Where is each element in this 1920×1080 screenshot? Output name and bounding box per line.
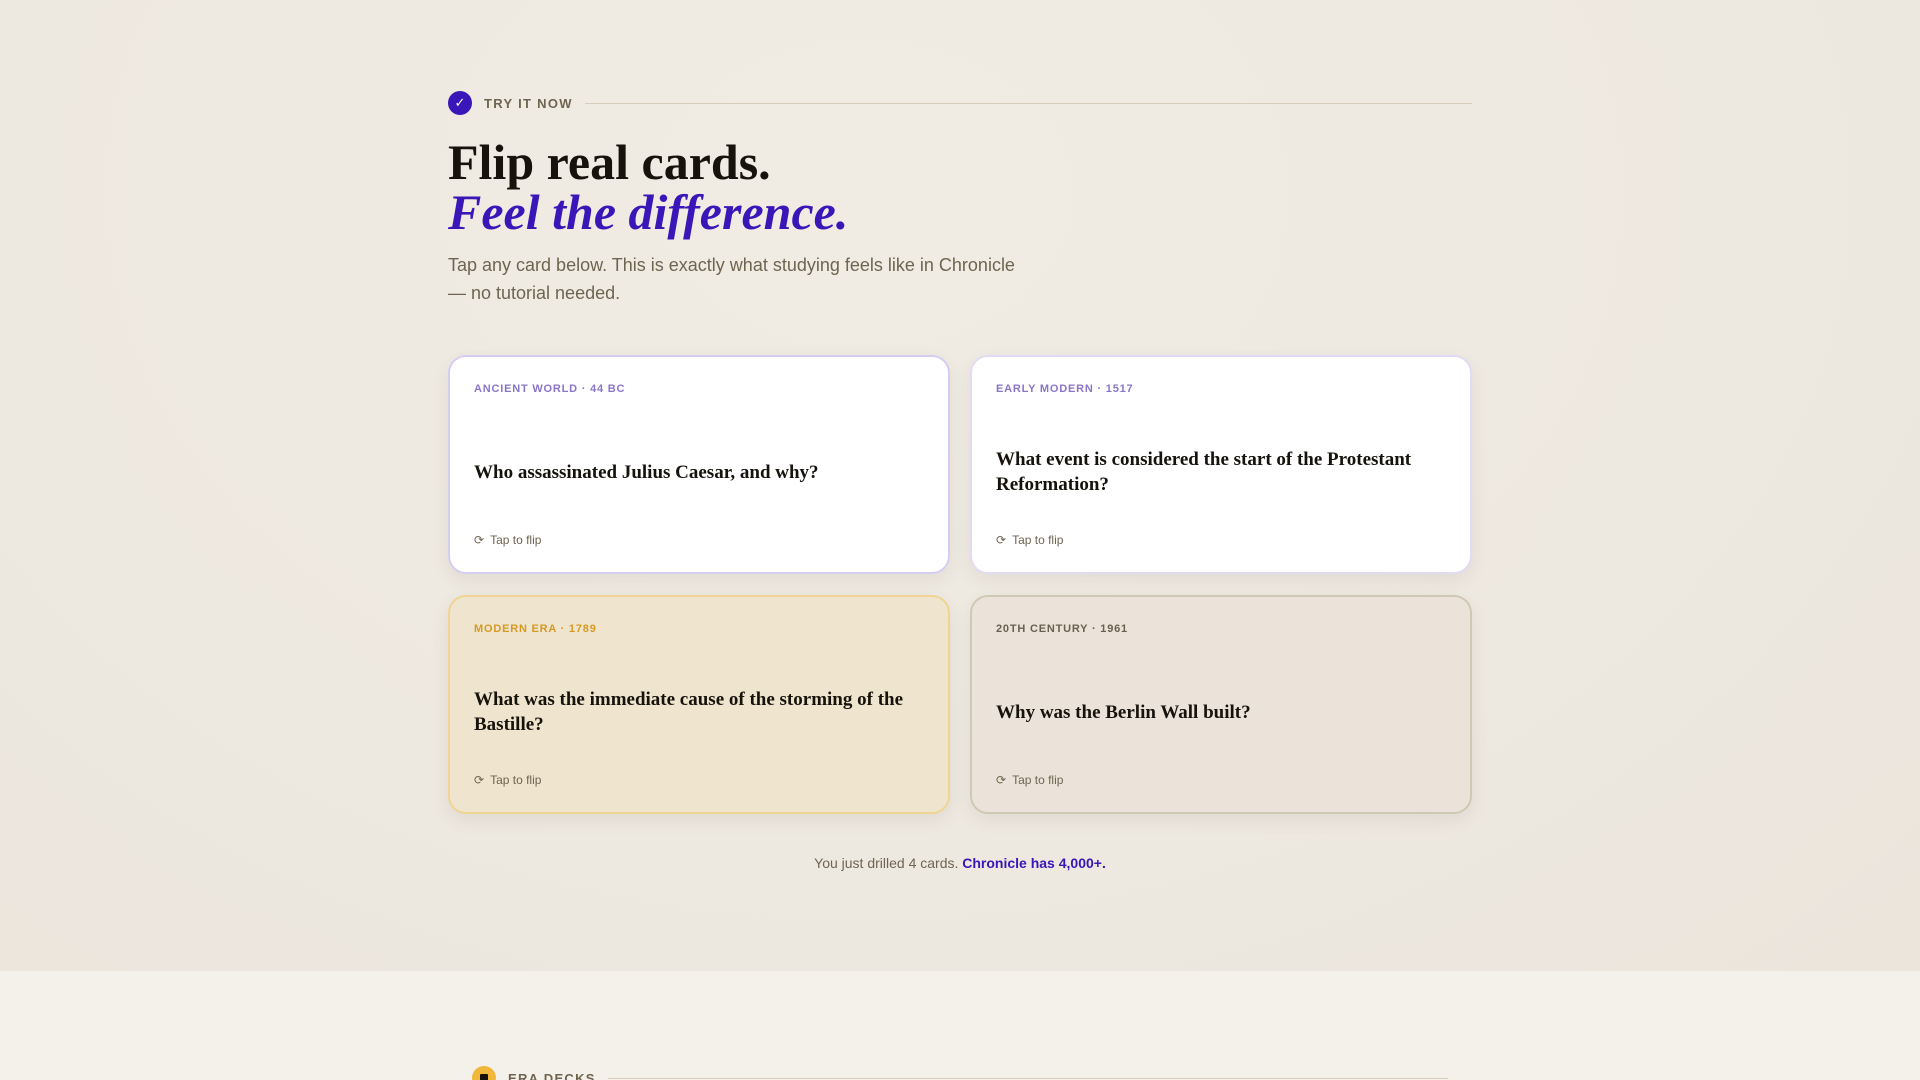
refresh-icon: ⟳ (996, 773, 1007, 787)
section-eyebrow: ✓ TRY IT NOW (448, 91, 1472, 115)
check-icon: ✓ (448, 91, 472, 115)
flashcard-modern-era[interactable]: MODERN ERA · 1789 What was the immediate… (448, 595, 950, 814)
refresh-icon: ⟳ (996, 533, 1007, 547)
card-question: What was the immediate cause of the stor… (474, 689, 904, 735)
try-it-section: ✓ TRY IT NOW Flip real cards. Feel the d… (0, 0, 1920, 971)
page-subtitle: Tap any card below. This is exactly what… (448, 255, 1015, 303)
era-decks-section (0, 971, 1920, 1080)
card-question: Who assassinated Julius Caesar, and why? (474, 461, 819, 483)
card-question: Why was the Berlin Wall built? (996, 701, 1251, 723)
card-question: What event is considered the start of th… (996, 449, 1412, 495)
flip-label: Tap to flip (490, 533, 542, 547)
eyebrow-label: ERA DECKS (508, 1070, 596, 1080)
eyebrow-label: TRY IT NOW (484, 95, 573, 111)
flip-hint[interactable]: ⟳ Tap to flip (996, 773, 1063, 787)
flip-label: Tap to flip (1012, 773, 1064, 787)
flip-label: Tap to flip (490, 773, 542, 787)
drill-summary: You just drilled 4 cards. Chronicle has … (448, 855, 1472, 871)
drill-summary-text: You just drilled 4 cards. (814, 855, 959, 871)
refresh-icon: ⟳ (474, 533, 485, 547)
flip-hint[interactable]: ⟳ Tap to flip (474, 773, 541, 787)
flip-hint[interactable]: ⟳ Tap to flip (474, 533, 541, 547)
divider (584, 102, 1472, 104)
card-era-label: ANCIENT WORLD · 44 BC (474, 383, 626, 395)
flip-label: Tap to flip (1012, 533, 1064, 547)
card-era-label: MODERN ERA · 1789 (474, 623, 597, 635)
era-decks-eyebrow: ERA DECKS (472, 1066, 1448, 1080)
flashcard-ancient-world[interactable]: ANCIENT WORLD · 44 BC Who assassinated J… (448, 355, 950, 574)
divider (607, 1077, 1448, 1079)
flashcard-20th-century[interactable]: 20TH CENTURY · 1961 Why was the Berlin W… (970, 595, 1472, 814)
refresh-icon: ⟳ (474, 773, 485, 787)
flashcard-early-modern[interactable]: EARLY MODERN · 1517 What event is consid… (970, 355, 1472, 574)
card-era-label: 20TH CENTURY · 1961 (996, 623, 1128, 635)
page-title-italic: Feel the difference. (448, 184, 849, 240)
flip-hint[interactable]: ⟳ Tap to flip (996, 533, 1063, 547)
card-count-link[interactable]: Chronicle has 4,000+. (962, 855, 1106, 871)
card-era-label: EARLY MODERN · 1517 (996, 383, 1134, 395)
deck-icon (472, 1066, 496, 1080)
